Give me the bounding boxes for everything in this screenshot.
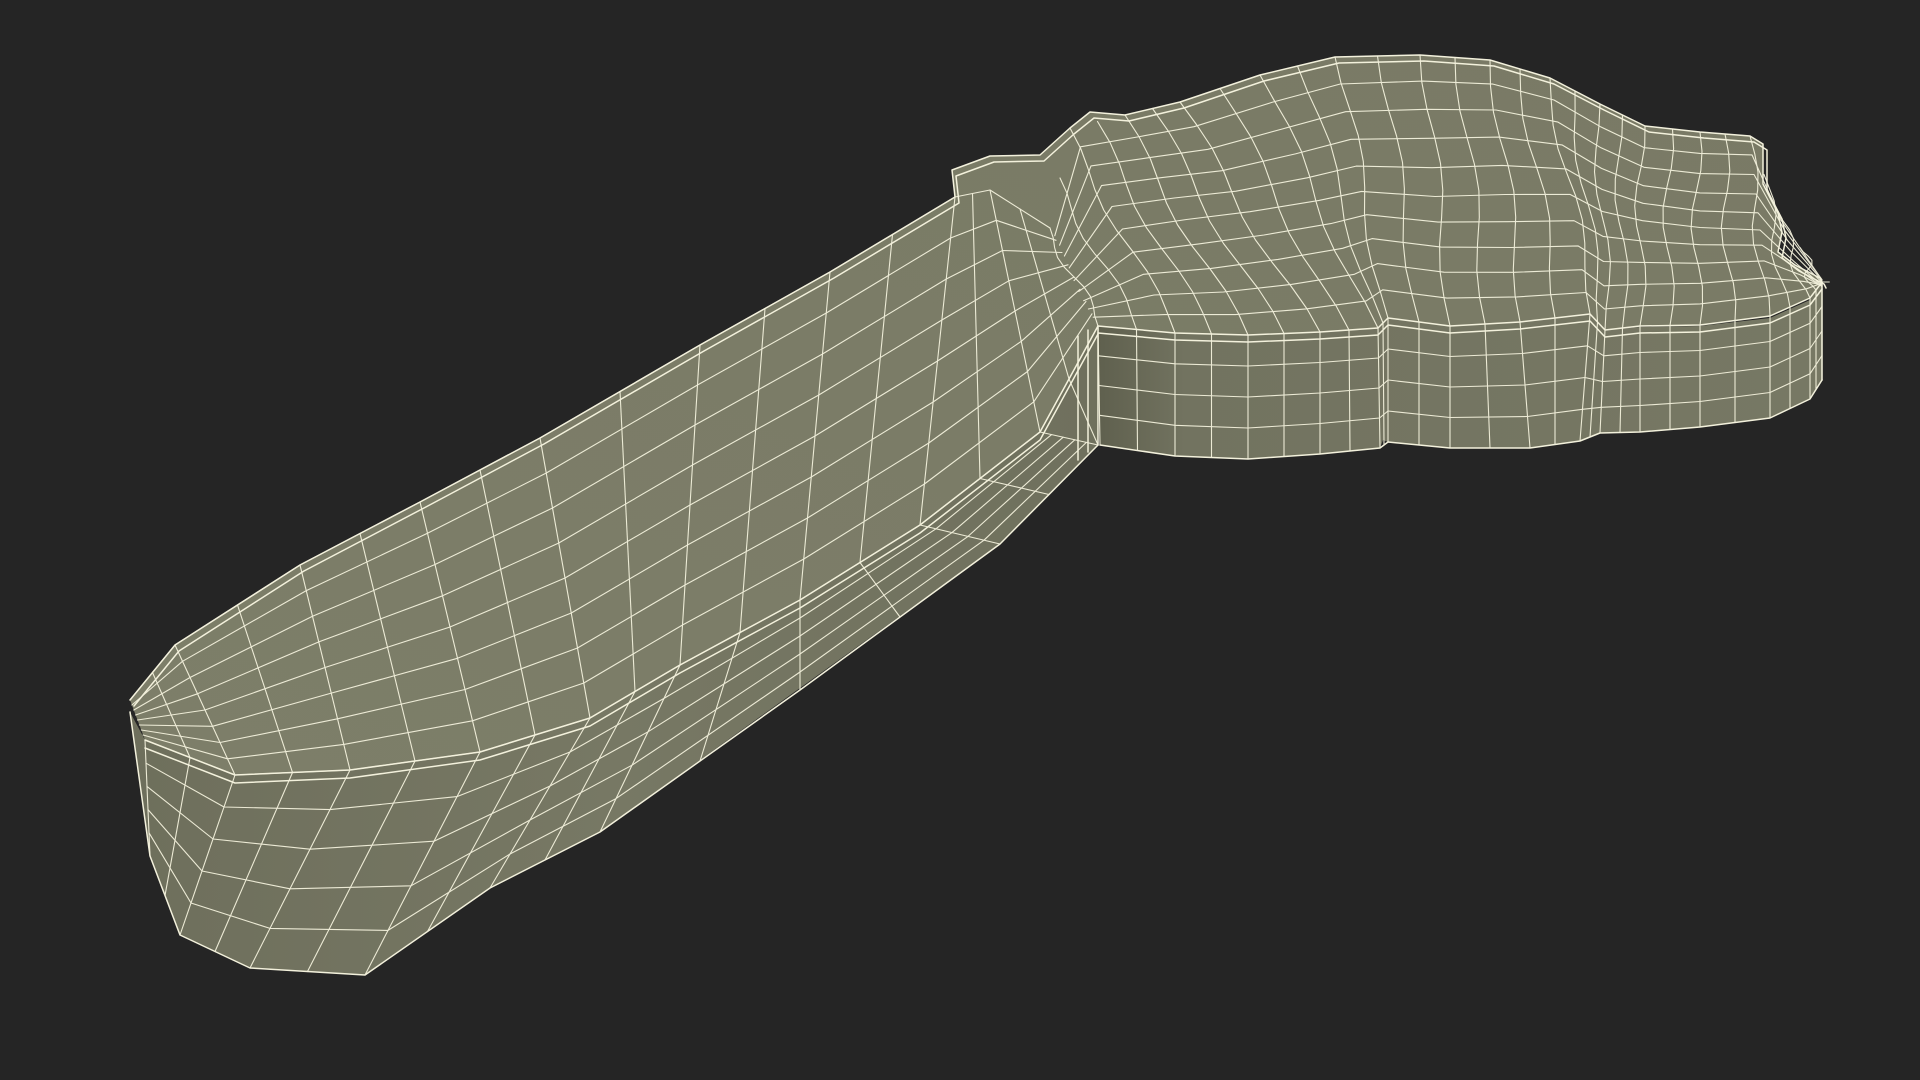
render-viewport[interactable]: [0, 0, 1920, 1080]
wireframe-model: [129, 54, 1830, 976]
